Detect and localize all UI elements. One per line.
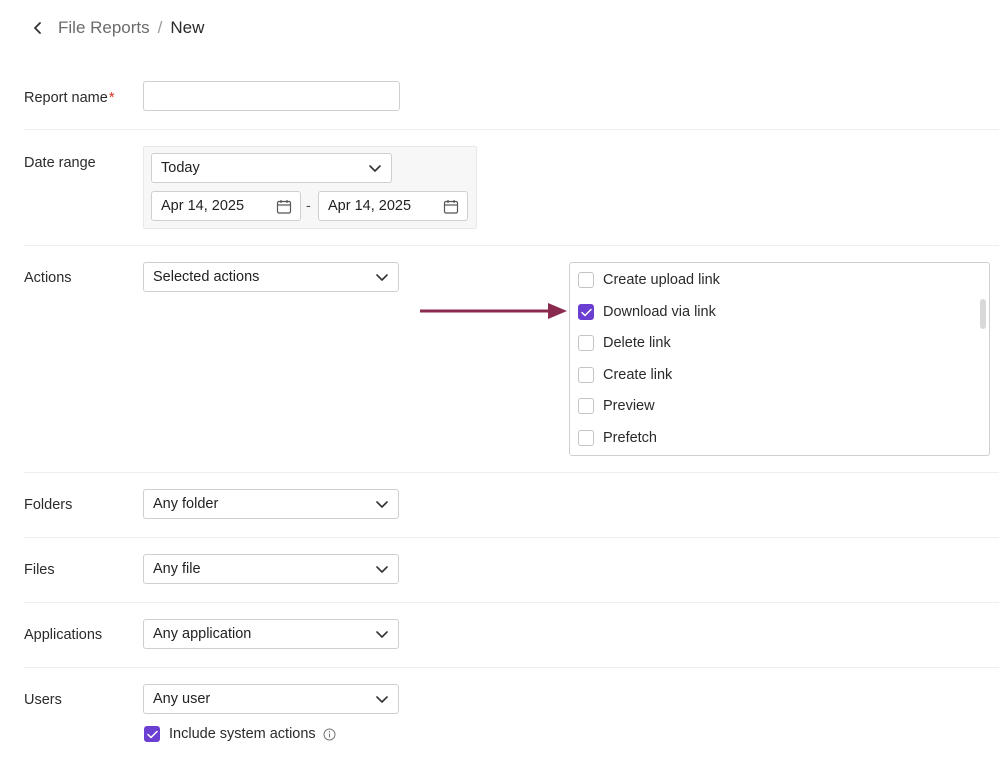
actions-select-value: Selected actions: [153, 269, 260, 285]
actions-select[interactable]: Selected actions: [143, 262, 399, 292]
chevron-down-icon: [375, 627, 389, 641]
chevron-left-icon[interactable]: [30, 20, 46, 36]
date-preset-select[interactable]: Today: [151, 153, 392, 183]
action-option-prefetch[interactable]: Prefetch: [578, 428, 657, 448]
option-label: Create upload link: [603, 272, 720, 288]
breadcrumb: File Reports / New: [30, 16, 204, 40]
action-option-download-via-link[interactable]: Download via link: [578, 302, 716, 322]
calendar-icon[interactable]: [443, 199, 459, 215]
folders-select-value: Any folder: [153, 496, 219, 512]
checkbox[interactable]: [578, 430, 594, 446]
start-date-value: Apr 14, 2025: [161, 198, 245, 214]
include-system-actions-checkbox[interactable]: [144, 726, 160, 742]
action-option-create-upload-link[interactable]: Create upload link: [578, 270, 720, 290]
files-select[interactable]: Any file: [143, 554, 399, 584]
date-range-label: Date range: [24, 155, 96, 171]
chevron-down-icon: [375, 497, 389, 511]
files-row: Files Any file: [24, 538, 999, 603]
applications-select[interactable]: Any application: [143, 619, 399, 649]
option-label: Prefetch: [603, 430, 657, 446]
report-name-input[interactable]: [143, 81, 400, 111]
action-option-preview[interactable]: Preview: [578, 396, 655, 416]
annotation-arrow-icon: [420, 303, 567, 319]
applications-select-value: Any application: [153, 626, 252, 642]
actions-row: Actions Selected actions Create upload l…: [24, 246, 999, 473]
report-name-row: Report name*: [24, 72, 999, 130]
folders-row: Folders Any folder: [24, 473, 999, 538]
option-label: Preview: [603, 398, 655, 414]
actions-options-list[interactable]: Create upload link Download via link Del…: [569, 262, 990, 456]
users-select[interactable]: Any user: [143, 684, 399, 714]
users-select-value: Any user: [153, 691, 211, 707]
applications-label: Applications: [24, 627, 103, 643]
calendar-icon[interactable]: [276, 199, 292, 215]
breadcrumb-parent-link[interactable]: File Reports: [58, 18, 150, 38]
date-range-separator: -: [306, 197, 311, 213]
required-mark: *: [108, 90, 115, 106]
checkbox[interactable]: [578, 272, 594, 288]
date-range-row: Date range Today Apr 14, 2025 - Apr 14, …: [24, 130, 999, 246]
list-scrollbar[interactable]: [980, 299, 986, 329]
actions-label: Actions: [24, 270, 72, 286]
date-range-panel: Today Apr 14, 2025 - Apr 14, 2025: [143, 146, 477, 229]
option-label: Create link: [603, 367, 673, 383]
chevron-down-icon: [375, 562, 389, 576]
chevron-down-icon: [375, 692, 389, 706]
end-date-input[interactable]: Apr 14, 2025: [318, 191, 468, 221]
checkbox[interactable]: [578, 398, 594, 414]
report-name-label: Report name*: [24, 90, 114, 106]
report-name-label-text: Report name: [24, 90, 108, 106]
users-row: Users Any user: [24, 668, 999, 771]
checkbox[interactable]: [578, 335, 594, 351]
checkmark-icon: [580, 308, 592, 316]
checkbox-checked[interactable]: [578, 304, 594, 320]
include-system-actions-label: Include system actions: [169, 726, 316, 742]
action-option-delete-link[interactable]: Delete link: [578, 333, 671, 353]
folders-label: Folders: [24, 497, 73, 513]
chevron-down-icon: [368, 161, 382, 175]
option-label: Download via link: [603, 304, 716, 320]
info-circle-icon[interactable]: [323, 728, 336, 741]
checkmark-icon: [146, 730, 158, 738]
folders-select[interactable]: Any folder: [143, 489, 399, 519]
files-select-value: Any file: [153, 561, 201, 577]
users-label: Users: [24, 692, 62, 708]
option-label: Delete link: [603, 335, 671, 351]
end-date-value: Apr 14, 2025: [328, 198, 412, 214]
action-option-create-link[interactable]: Create link: [578, 365, 672, 385]
files-label: Files: [24, 562, 55, 578]
checkbox[interactable]: [578, 367, 594, 383]
start-date-input[interactable]: Apr 14, 2025: [151, 191, 301, 221]
breadcrumb-separator: /: [157, 18, 163, 37]
applications-row: Applications Any application: [24, 603, 999, 668]
date-preset-value: Today: [161, 160, 200, 176]
include-system-actions[interactable]: Include system actions: [144, 724, 336, 744]
breadcrumb-current: New: [170, 18, 205, 37]
chevron-down-icon: [375, 270, 389, 284]
